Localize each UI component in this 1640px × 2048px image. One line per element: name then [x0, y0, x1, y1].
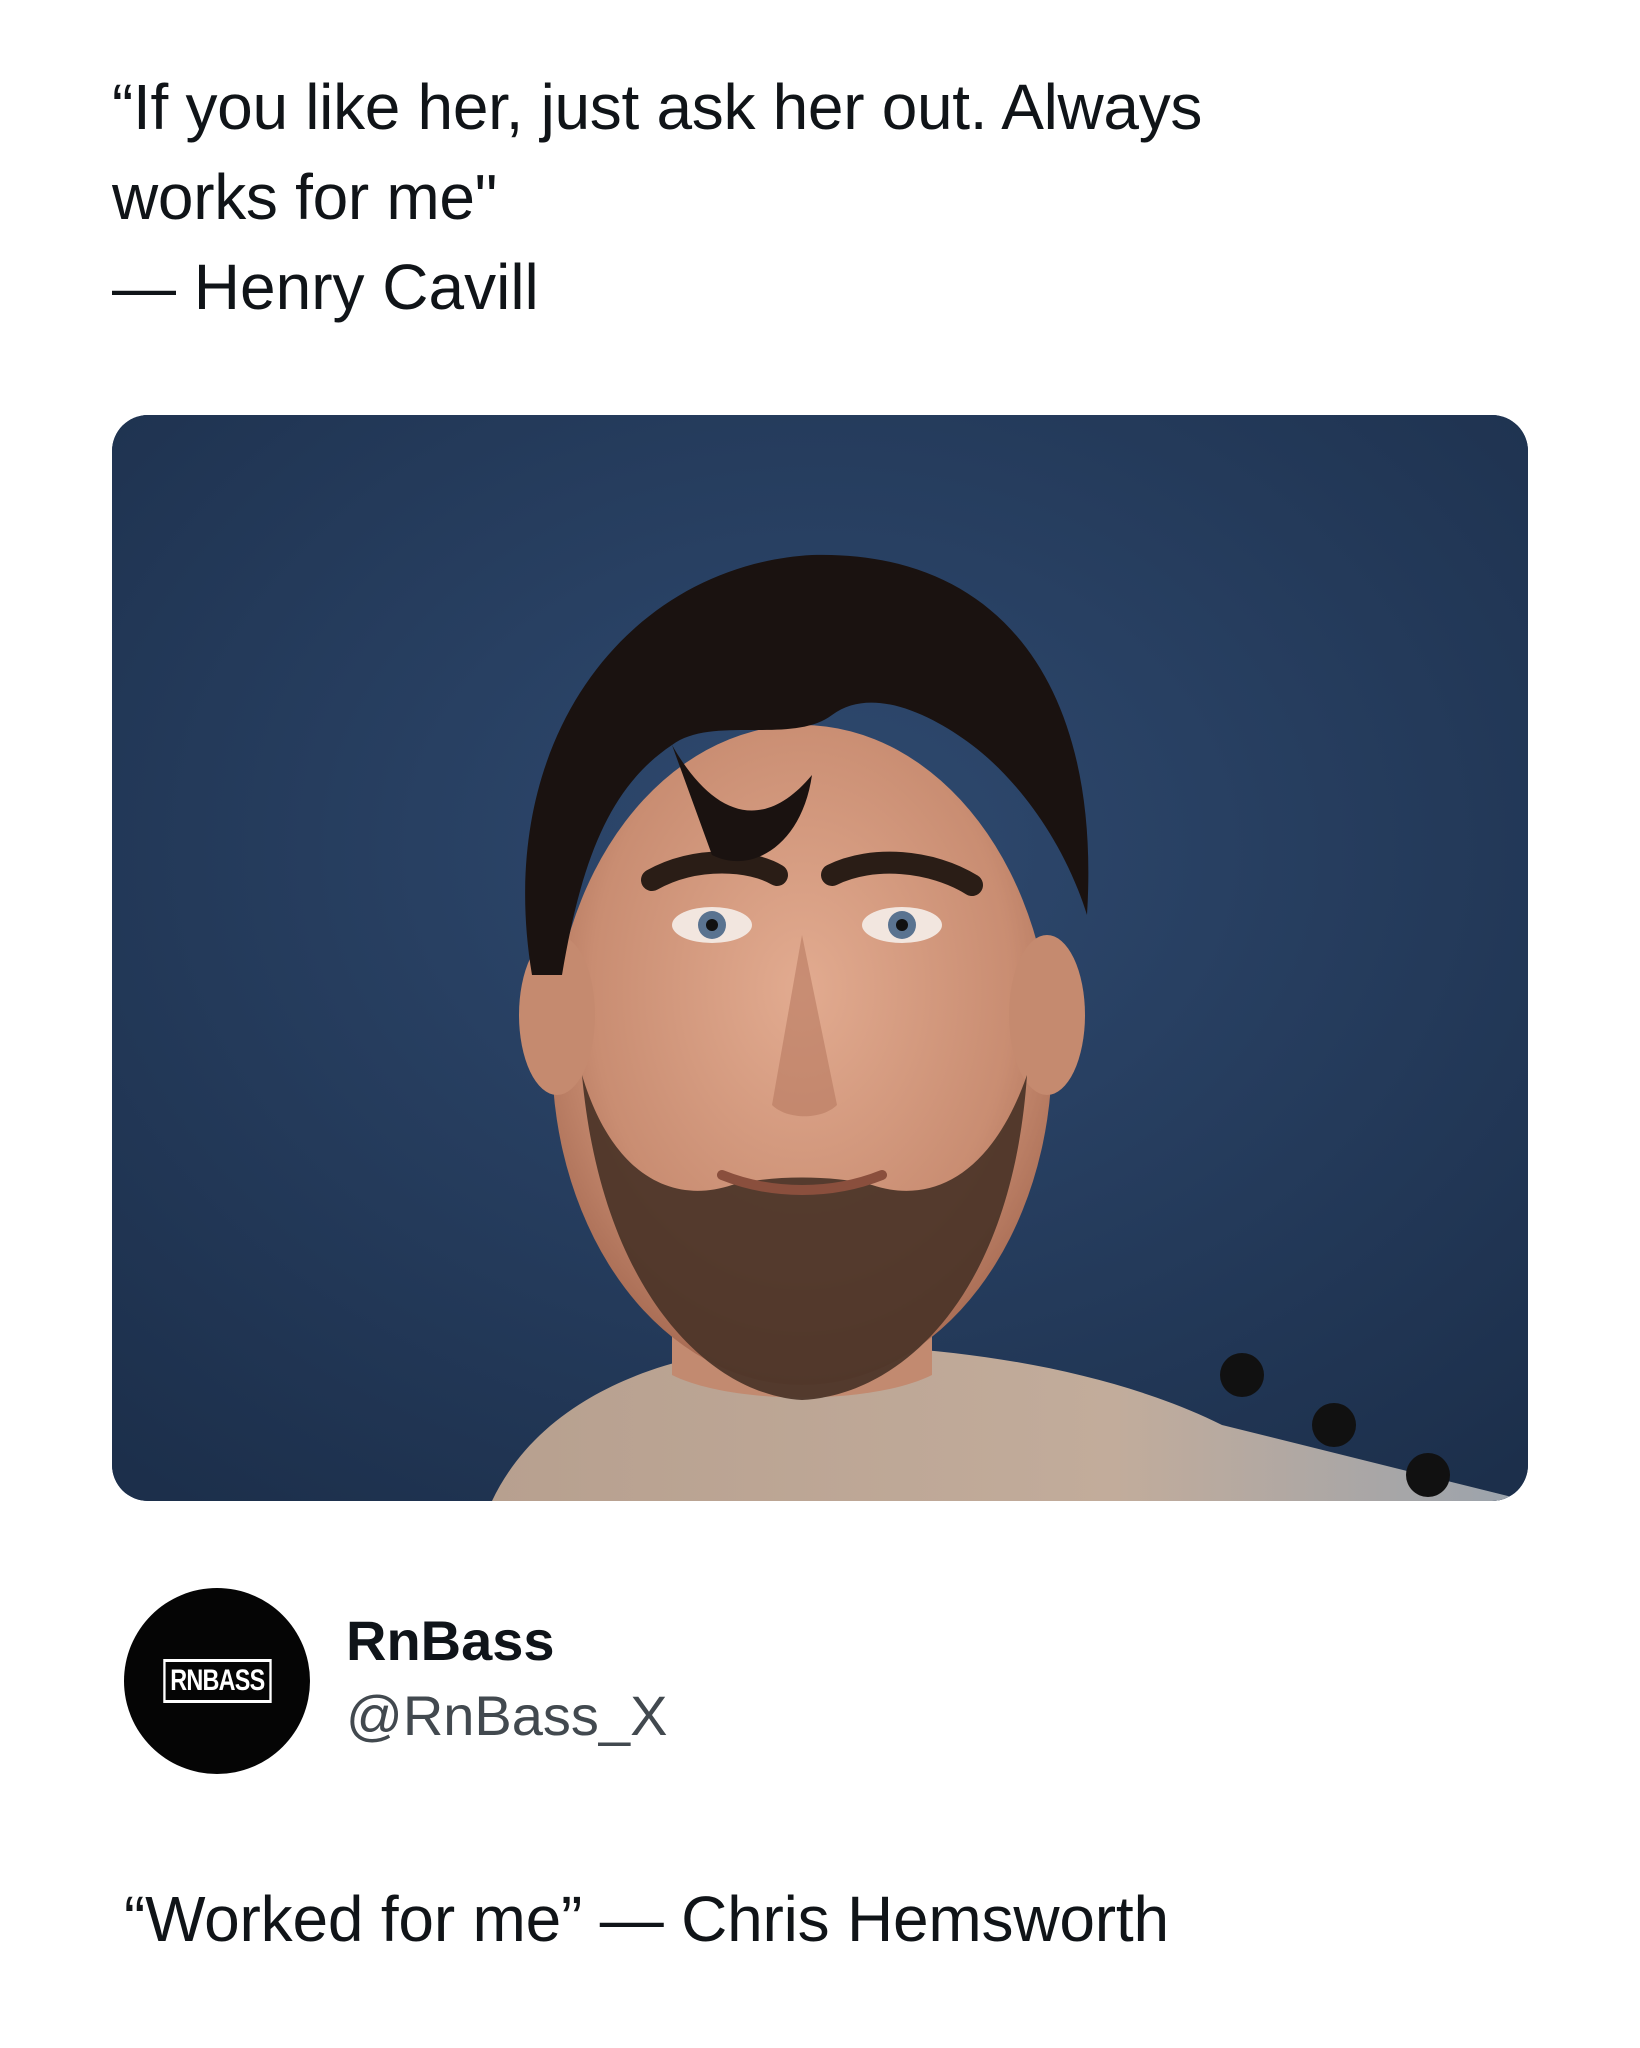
quote-block: “If you like her, just ask her out. Alwa…	[112, 62, 1512, 332]
profile-handle[interactable]: @RnBass_X	[346, 1676, 667, 1756]
profile-name[interactable]: RnBass	[346, 1606, 667, 1676]
quote-attribution: — Henry Cavill	[112, 251, 539, 323]
portrait-illustration	[112, 415, 1528, 1501]
profile-names: RnBass @RnBass_X	[346, 1606, 667, 1756]
avatar-logo: RNBASS	[162, 1659, 272, 1703]
post-photo[interactable]	[112, 415, 1528, 1501]
quote-line-1: “If you like her, just ask her out. Alwa…	[112, 71, 1203, 143]
profile-row[interactable]: RNBASS RnBass @RnBass_X	[124, 1586, 667, 1776]
avatar[interactable]: RNBASS	[124, 1588, 310, 1774]
quote-line-2: works for me"	[112, 161, 498, 233]
bottom-caption: “Worked for me” — Chris Hemsworth	[124, 1883, 1169, 1955]
